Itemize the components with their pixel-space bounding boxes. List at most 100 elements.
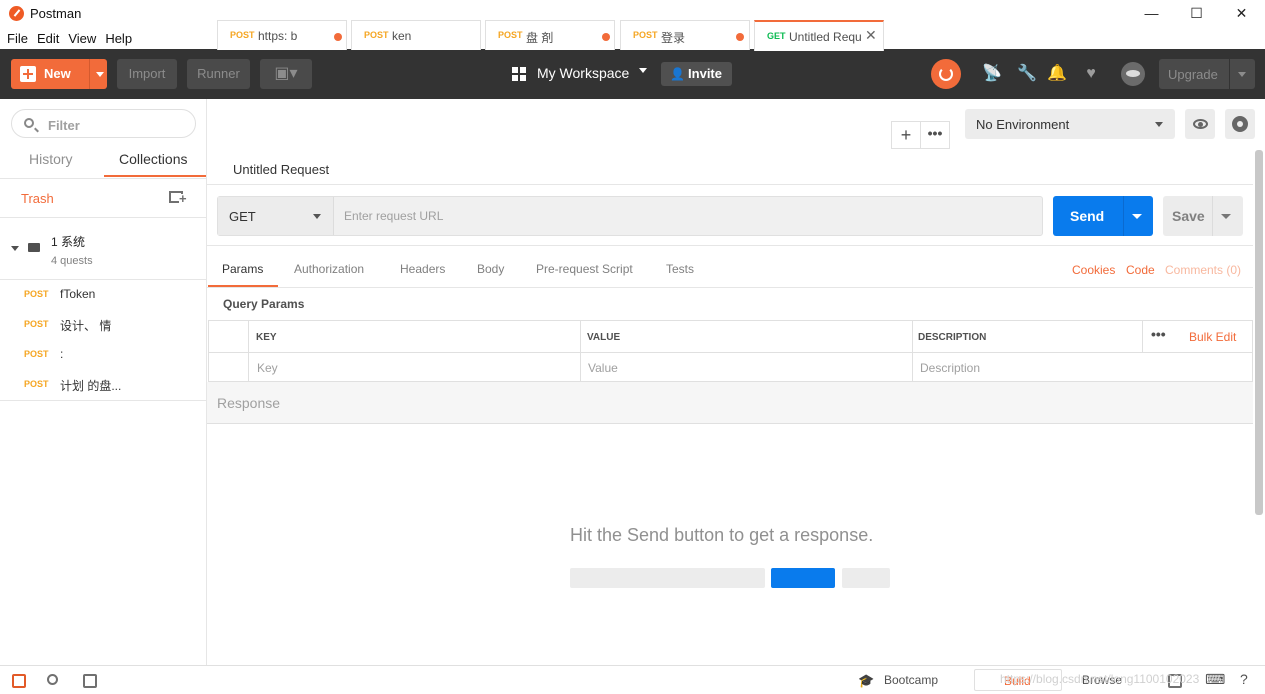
- close-tab-icon[interactable]: ✕: [865, 27, 877, 44]
- invite-button[interactable]: 👤 Invite: [661, 62, 732, 86]
- divider: [207, 245, 1253, 246]
- minimize-button[interactable]: —: [1129, 0, 1174, 28]
- folder-icon: [28, 243, 40, 252]
- bell-icon[interactable]: 🔔: [1047, 65, 1067, 83]
- runner-button[interactable]: Runner: [187, 59, 250, 89]
- method-badge: POST: [633, 30, 658, 40]
- send-dropdown-icon[interactable]: [1132, 214, 1142, 219]
- request-tab[interactable]: POST https: b: [217, 20, 347, 50]
- tab-name: ken: [392, 29, 412, 43]
- maximize-button[interactable]: ☐: [1174, 0, 1219, 28]
- new-window-button[interactable]: ▣▾: [260, 59, 312, 89]
- column-divider: [580, 321, 581, 381]
- sync-icon[interactable]: [931, 59, 961, 89]
- save-button[interactable]: Save: [1163, 196, 1243, 236]
- menu-edit[interactable]: Edit: [37, 28, 59, 49]
- url-input[interactable]: Enter request URL: [344, 209, 443, 223]
- tab-collections[interactable]: Collections: [119, 151, 187, 167]
- request-tab[interactable]: POST ken: [351, 20, 481, 50]
- filter-input[interactable]: Filter: [11, 109, 196, 138]
- environment-quick-look-button[interactable]: [1185, 109, 1215, 139]
- close-window-button[interactable]: ✕: [1219, 0, 1264, 28]
- new-collection-icon[interactable]: [169, 191, 187, 204]
- console-icon[interactable]: [83, 674, 97, 688]
- unsaved-dot-icon: [334, 33, 342, 41]
- code-link[interactable]: Code: [1126, 263, 1155, 277]
- tab-body[interactable]: Body: [477, 262, 504, 276]
- bootcamp-button[interactable]: Bootcamp: [884, 673, 938, 687]
- save-dropdown-icon[interactable]: [1221, 214, 1231, 219]
- search-icon[interactable]: [47, 674, 58, 685]
- value-input[interactable]: Value: [588, 361, 618, 375]
- menu-view[interactable]: View: [68, 28, 96, 49]
- toggle-sidebar-icon[interactable]: [12, 674, 26, 688]
- add-tab-button[interactable]: +: [891, 121, 921, 149]
- menu-file[interactable]: File: [7, 28, 28, 49]
- heart-icon[interactable]: ♥: [1082, 65, 1100, 83]
- request-item[interactable]: POST :: [0, 340, 206, 370]
- app-header: New Import Runner ▣▾ My Workspace 👤 Invi…: [0, 49, 1265, 99]
- divider: [207, 184, 1253, 185]
- collection-request-count: 4 quests: [51, 255, 93, 267]
- manage-environments-button[interactable]: [1225, 109, 1255, 139]
- method-select[interactable]: GET: [218, 197, 334, 235]
- tab-pre-request-script[interactable]: Pre-request Script: [536, 262, 633, 276]
- plus-icon: [20, 66, 36, 82]
- invite-label: Invite: [688, 66, 722, 81]
- import-button[interactable]: Import: [117, 59, 177, 89]
- method-badge: POST: [24, 319, 49, 329]
- search-icon: [24, 118, 34, 128]
- send-divider: [1123, 196, 1124, 236]
- tab-params[interactable]: Params: [222, 262, 263, 276]
- request-name: 设计、 情: [60, 319, 112, 333]
- keyboard-icon[interactable]: ⌨: [1205, 671, 1225, 687]
- description-input[interactable]: Description: [920, 361, 980, 375]
- add-window-icon: ▣▾: [274, 65, 298, 82]
- avatar[interactable]: [1121, 62, 1145, 86]
- request-tab[interactable]: POST 盘 剤: [485, 20, 615, 50]
- request-item[interactable]: POST fToken: [0, 280, 206, 310]
- request-title[interactable]: Untitled Request: [233, 162, 329, 177]
- save-divider: [1212, 196, 1213, 236]
- placeholder-bar: [771, 568, 835, 588]
- request-tab[interactable]: POST 登录: [620, 20, 750, 50]
- divider: [207, 287, 1253, 288]
- comments-link[interactable]: Comments (0): [1165, 263, 1241, 277]
- tab-history[interactable]: History: [29, 151, 73, 167]
- tab-tests[interactable]: Tests: [666, 262, 694, 276]
- tab-name: 登录: [661, 31, 686, 45]
- column-header-value: VALUE: [587, 332, 621, 343]
- trash-link[interactable]: Trash: [21, 191, 54, 206]
- placeholder-bar: [842, 568, 890, 588]
- send-button[interactable]: Send: [1053, 196, 1153, 236]
- request-item[interactable]: POST 设计、 情: [0, 310, 206, 340]
- chevron-down-icon[interactable]: [11, 246, 19, 251]
- method-badge: POST: [24, 289, 49, 299]
- empty-response-message: Hit the Send button to get a response.: [570, 525, 874, 545]
- satellite-icon[interactable]: 📡: [982, 65, 1002, 83]
- upgrade-dropdown-icon[interactable]: [1238, 72, 1246, 77]
- bulk-edit-link[interactable]: Bulk Edit: [1189, 330, 1236, 344]
- filter-placeholder: Filter: [48, 118, 80, 133]
- divider: [0, 178, 206, 179]
- wrench-icon[interactable]: 🔧: [1017, 65, 1037, 83]
- help-icon[interactable]: ?: [1240, 671, 1254, 687]
- unsaved-dot-icon: [736, 33, 744, 41]
- scrollbar[interactable]: [1255, 150, 1263, 515]
- cookies-link[interactable]: Cookies: [1072, 263, 1115, 277]
- tab-authorization[interactable]: Authorization: [294, 262, 364, 276]
- request-tab-active[interactable]: GET Untitled Requ ✕: [754, 20, 884, 51]
- menu-help[interactable]: Help: [105, 28, 132, 49]
- tab-headers[interactable]: Headers: [400, 262, 445, 276]
- tab-name: Untitled Requ: [789, 30, 862, 44]
- environment-select[interactable]: No Environment: [965, 109, 1175, 139]
- more-tabs-button[interactable]: •••: [920, 121, 950, 149]
- upgrade-button[interactable]: Upgrade: [1159, 59, 1255, 89]
- new-dropdown-icon[interactable]: [96, 72, 104, 77]
- url-bar: GET Enter request URL: [217, 196, 1043, 236]
- request-item[interactable]: POST 计划 的盘...: [0, 370, 206, 400]
- key-input[interactable]: Key: [257, 361, 278, 375]
- new-button[interactable]: New: [11, 59, 107, 89]
- more-options-icon[interactable]: •••: [1151, 326, 1166, 342]
- new-button-label: New: [44, 66, 71, 81]
